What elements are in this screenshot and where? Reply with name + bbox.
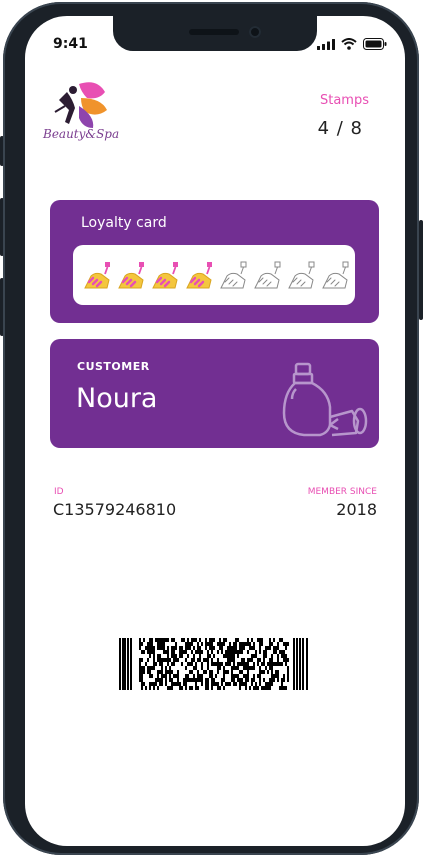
stamp-empty-icon xyxy=(220,261,247,289)
customer-name: Noura xyxy=(76,383,158,414)
stamps-count: 4 / 8 xyxy=(317,118,363,139)
stamp-empty-icon xyxy=(254,261,281,289)
stamps-label: Stamps xyxy=(319,93,369,108)
stamp-filled-icon xyxy=(152,262,178,289)
stamp-filled-icon xyxy=(118,262,144,289)
battery-icon xyxy=(363,38,387,50)
loyalty-card[interactable]: Loyalty card xyxy=(50,200,379,323)
camera-icon xyxy=(249,26,261,38)
member-since-value: 2018 xyxy=(336,500,377,519)
barcode xyxy=(119,638,308,690)
screen: 9:41 Beauty&Spa Stamps 4 / 8 Loyalty car… xyxy=(25,16,405,846)
stamp-filled-icon xyxy=(186,262,212,289)
stamp-strip xyxy=(73,245,355,305)
wifi-icon xyxy=(341,38,357,50)
customer-card[interactable]: CUSTOMER Noura xyxy=(50,339,379,448)
phone-frame: 9:41 Beauty&Spa Stamps 4 / 8 Loyalty car… xyxy=(3,2,419,855)
brand-logo-text: Beauty&Spa xyxy=(43,127,120,141)
brand-logo xyxy=(54,82,107,128)
stamp-empty-icon xyxy=(322,261,349,289)
speaker xyxy=(189,29,239,35)
notch xyxy=(113,16,317,51)
power-button[interactable] xyxy=(419,220,423,320)
loyalty-card-title: Loyalty card xyxy=(81,215,167,231)
customer-label: CUSTOMER xyxy=(77,360,150,373)
status-icons xyxy=(317,38,387,50)
nail-polish-icon xyxy=(282,362,368,437)
status-time: 9:41 xyxy=(53,36,88,52)
member-since-label: MEMBER SINCE xyxy=(307,487,377,497)
member-id-label: ID xyxy=(54,487,64,497)
member-id-value: C13579246810 xyxy=(53,500,177,519)
signal-icon xyxy=(317,38,335,50)
stamp-empty-icon xyxy=(288,261,315,289)
stamp-filled-icon xyxy=(84,262,110,289)
